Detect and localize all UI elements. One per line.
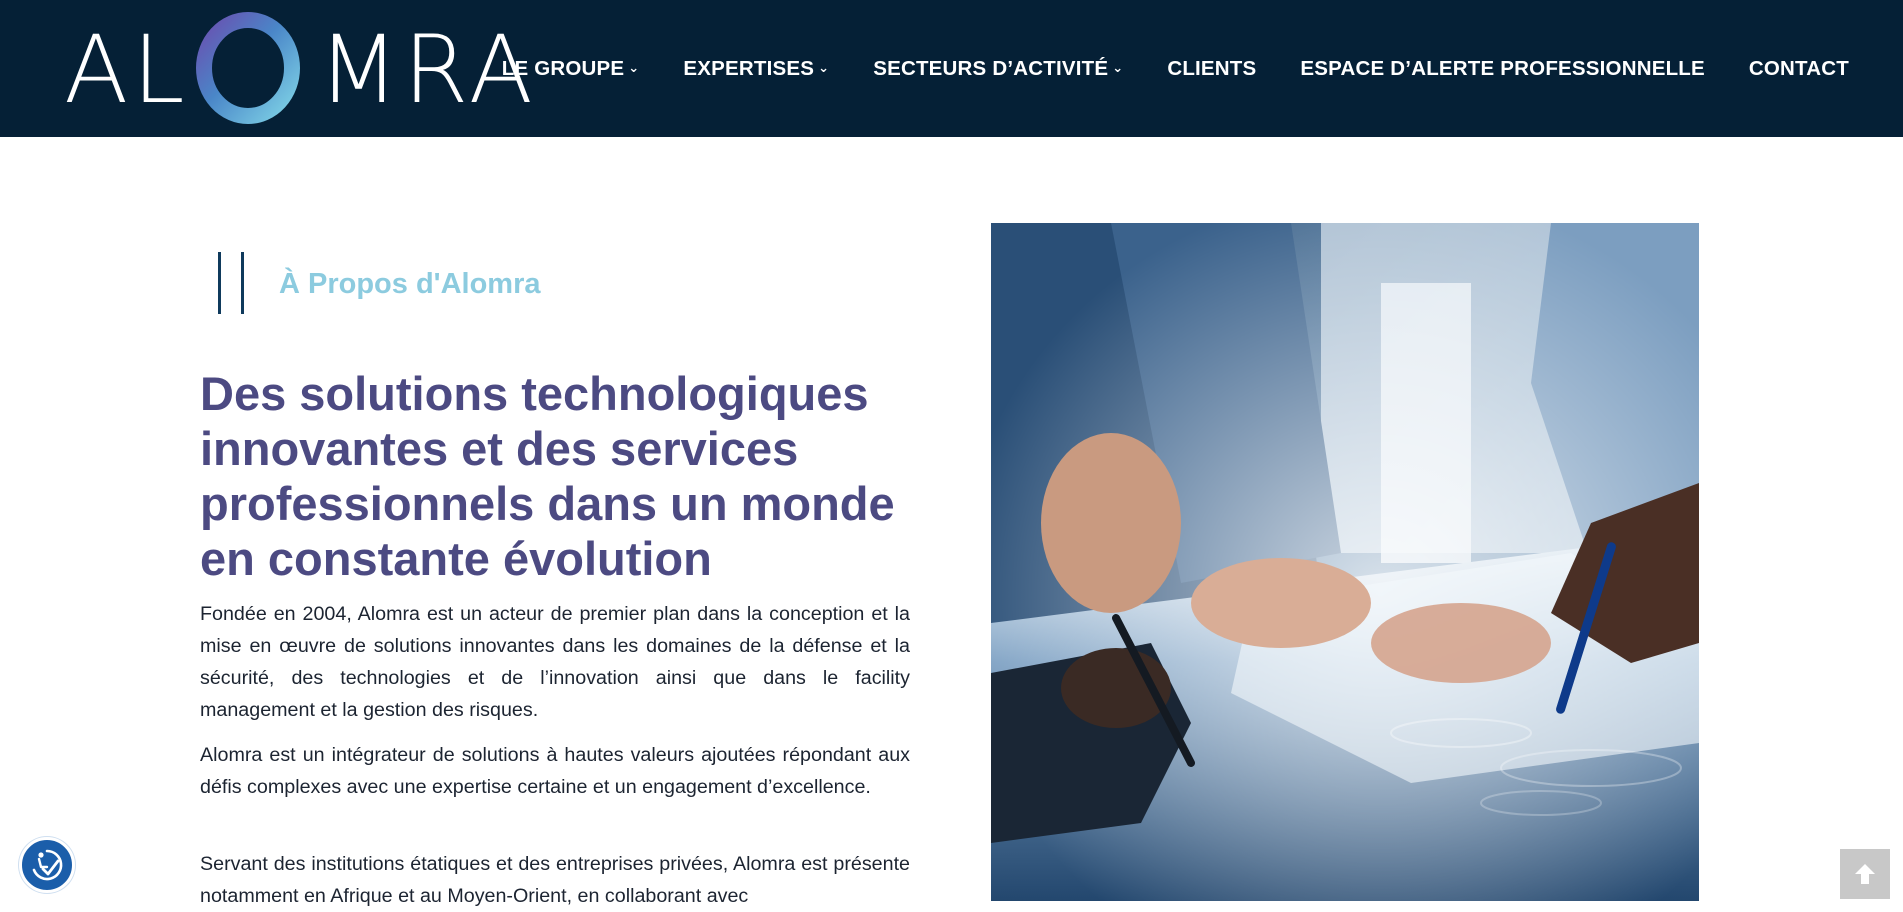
nav-item-contact[interactable]: CONTACT <box>1749 57 1849 81</box>
nav-item-label: SECTEURS D’ACTIVITÉ <box>873 56 1109 80</box>
nav-item-le-groupe[interactable]: LE GROUPE ⌄ <box>502 57 640 81</box>
logo-text-left: AL <box>64 16 189 125</box>
chevron-down-icon: ⌄ <box>628 59 640 75</box>
about-paragraph: Fondée en 2004, Alomra est un acteur de … <box>200 603 910 721</box>
accessibility-check-icon <box>32 849 63 881</box>
accessibility-button[interactable] <box>19 837 75 893</box>
nav-item-label: ESPACE D’ALERTE PROFESSIONNELLE <box>1300 56 1705 80</box>
section-label-text: À Propos d'Alomra <box>279 268 541 300</box>
chevron-down-icon: ⌄ <box>1112 59 1124 75</box>
nav-item-label: EXPERTISES <box>683 56 815 80</box>
scroll-to-top-button[interactable] <box>1840 849 1890 899</box>
main-nav: LE GROUPE ⌄ EXPERTISES ⌄ SECTEURS D’ACTI… <box>502 0 1849 137</box>
about-paragraph: Servant des institutions étatiques et de… <box>200 853 910 907</box>
nav-item-expertises[interactable]: EXPERTISES ⌄ <box>683 57 829 81</box>
logo-ring-icon <box>196 12 300 124</box>
chevron-down-icon: ⌄ <box>818 59 830 75</box>
nav-item-clients[interactable]: CLIENTS <box>1167 57 1256 81</box>
nav-item-label: CLIENTS <box>1167 56 1257 80</box>
logo[interactable]: AL MRA <box>64 12 544 124</box>
arrow-up-icon <box>1855 864 1875 884</box>
page-headline: Des solutions technologiques innovantes … <box>200 367 895 585</box>
section-label: À Propos d'Alomra <box>200 252 600 314</box>
nav-item-secteurs[interactable]: SECTEURS D’ACTIVITÉ ⌄ <box>873 57 1123 81</box>
team-photo-illustration <box>991 223 1699 901</box>
nav-item-label: LE GROUPE <box>501 56 625 80</box>
site-header: AL MRA LE GROUPE ⌄ EXPERTISES ⌄ SECTEURS… <box>0 0 1903 137</box>
nav-item-alerte[interactable]: ESPACE D’ALERTE PROFESSIONNELLE <box>1300 57 1704 81</box>
about-paragraph: Alomra est un intégrateur de solutions à… <box>200 744 910 798</box>
team-photo <box>991 223 1699 901</box>
nav-item-label: CONTACT <box>1748 56 1849 80</box>
label-bars-decoration <box>218 252 244 314</box>
